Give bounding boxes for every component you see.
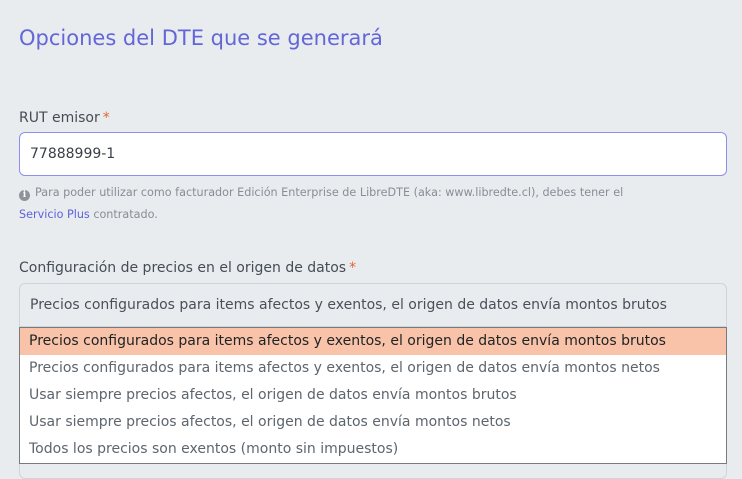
- precios-config-label: Configuración de precios en el origen de…: [19, 260, 356, 276]
- rut-emisor-label-text: RUT emisor: [19, 110, 100, 126]
- dropdown-option-brutos-afectos-exentos[interactable]: Precios configurados para items afectos …: [20, 328, 726, 355]
- dropdown-option-netos-afectos-exentos[interactable]: Precios configurados para items afectos …: [20, 355, 726, 382]
- precios-config-select[interactable]: Precios configurados para items afectos …: [19, 283, 727, 327]
- required-asterisk: *: [102, 110, 110, 126]
- help-text: Para poder utilizar como facturador Edic…: [35, 186, 624, 199]
- help-text-after: contratado.: [93, 208, 158, 221]
- required-asterisk: *: [349, 260, 357, 276]
- rut-emisor-label: RUT emisor *: [19, 110, 110, 126]
- rut-help-text: i Para poder utilizar como facturador Edi…: [19, 182, 719, 226]
- rut-emisor-input[interactable]: [19, 132, 727, 176]
- precios-config-label-text: Configuración de precios en el origen de…: [19, 260, 347, 276]
- dropdown-option-afectos-brutos[interactable]: Usar siempre precios afectos, el origen …: [20, 382, 726, 409]
- dropdown-option-exentos[interactable]: Todos los precios son exentos (monto sin…: [20, 436, 726, 463]
- servicio-plus-link[interactable]: Servicio Plus: [19, 208, 90, 221]
- select-bottom-edge: [19, 464, 727, 479]
- section-title: Opciones del DTE que se generará: [19, 26, 383, 50]
- precios-config-dropdown: Precios configurados para items afectos …: [19, 327, 727, 464]
- info-icon: i: [19, 190, 30, 201]
- dropdown-option-afectos-netos[interactable]: Usar siempre precios afectos, el origen …: [20, 409, 726, 436]
